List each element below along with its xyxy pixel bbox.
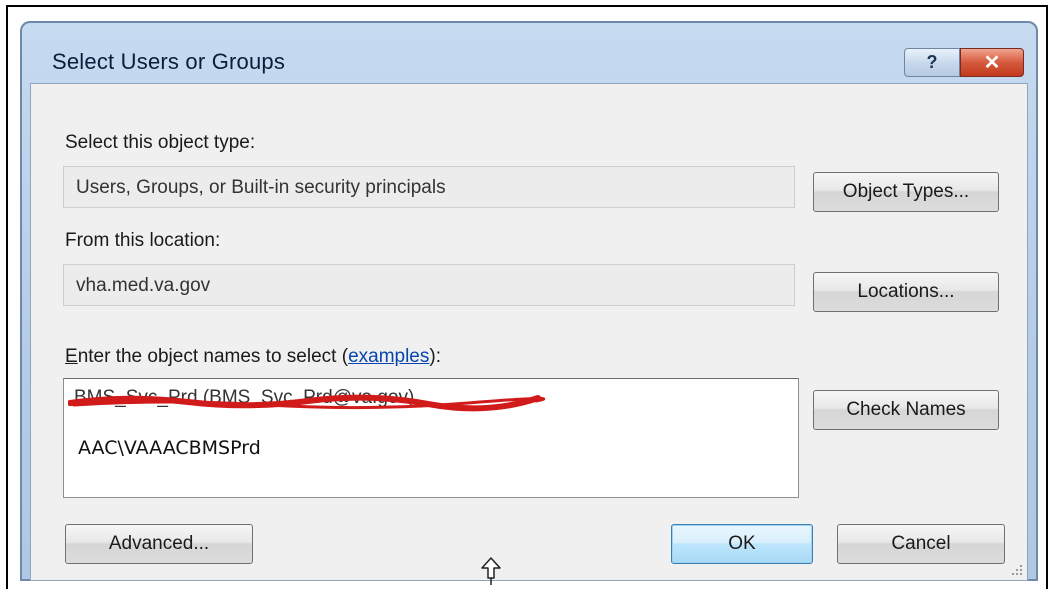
dialog-window: Select Users or Groups ? ✕ Select this o… (20, 21, 1038, 581)
redaction-scribble (68, 394, 546, 412)
close-button[interactable]: ✕ (960, 48, 1024, 77)
check-names-button[interactable]: Check Names (813, 390, 999, 430)
help-button[interactable]: ? (904, 48, 960, 77)
help-icon: ? (926, 52, 938, 72)
object-type-field: Users, Groups, or Built-in security prin… (63, 166, 795, 208)
close-icon: ✕ (983, 52, 1001, 74)
object-name-entry: AAC\VAAACBMSPrd (78, 437, 261, 459)
resize-grip-icon[interactable] (1009, 562, 1023, 576)
cancel-button[interactable]: Cancel (837, 524, 1005, 564)
advanced-button[interactable]: Advanced... (65, 524, 253, 564)
locations-button[interactable]: Locations... (813, 272, 999, 312)
location-label: From this location: (65, 230, 221, 251)
object-type-label: Select this object type: (65, 132, 256, 153)
examples-link[interactable]: examples (348, 346, 429, 367)
object-types-button[interactable]: Object Types... (813, 172, 999, 212)
dialog-title: Select Users or Groups (52, 49, 286, 74)
cursor-arrow-icon (481, 557, 501, 585)
ok-button[interactable]: OK (671, 524, 813, 564)
dialog-body: Select this object type: Users, Groups, … (30, 83, 1028, 581)
object-names-label: Enter the object names to select (exampl… (65, 346, 441, 368)
object-names-label-end: ): (429, 346, 441, 367)
object-names-input[interactable]: BMS_Svc_Prd (BMS_Svc_Prd@va.gov) AAC\VAA… (63, 378, 799, 498)
object-names-label-text: nter the object names to select ( (77, 346, 349, 367)
mnemonic-e: E (65, 346, 78, 367)
location-field: vha.med.va.gov (63, 264, 795, 306)
title-bar: Select Users or Groups ? ✕ (22, 23, 1036, 83)
